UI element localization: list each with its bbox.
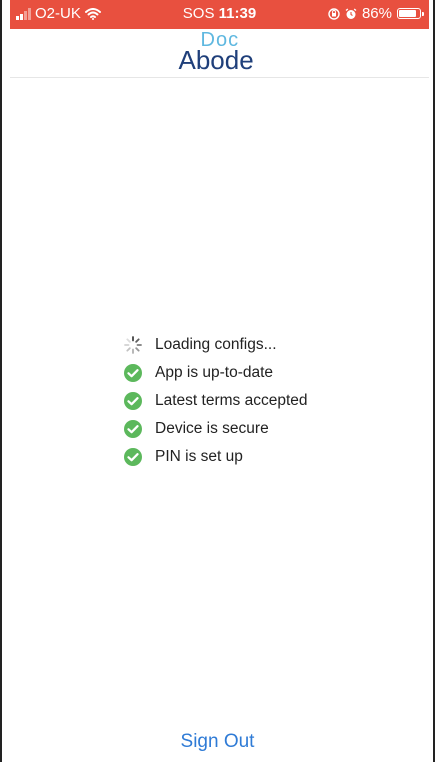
alarm-icon: [345, 8, 357, 19]
check-item-label: Loading configs...: [155, 336, 277, 353]
battery-percent: 86%: [361, 5, 392, 22]
battery-level-fill: [399, 10, 417, 17]
sign-out-button[interactable]: Sign Out: [2, 731, 433, 753]
check-item-loading-configs: Loading configs...: [123, 331, 308, 359]
status-time: 11:39: [218, 5, 257, 22]
check-item-terms-accepted: Latest terms accepted: [123, 387, 308, 415]
battery-icon: [397, 8, 424, 19]
logo-bottom-text: Abode: [178, 45, 254, 75]
check-item-label: PIN is set up: [155, 448, 243, 465]
status-bar: O2-UK SOS 11:39 86%: [10, 0, 429, 29]
check-circle-icon: [123, 391, 143, 411]
docabode-logo: Doc Abode: [175, 29, 265, 75]
check-circle-icon: [123, 363, 143, 383]
check-circle-icon: [123, 419, 143, 439]
check-circle-icon: [123, 447, 143, 467]
orientation-lock-icon: [328, 7, 340, 20]
check-item-label: Device is secure: [155, 420, 269, 437]
check-item-device-secure: Device is secure: [123, 415, 308, 443]
check-item-pin-set-up: PIN is set up: [123, 443, 308, 471]
check-item-label: App is up-to-date: [155, 364, 274, 381]
status-right: 86%: [328, 5, 424, 22]
spinner-icon: [123, 335, 143, 355]
check-item-label: Latest terms accepted: [155, 392, 308, 409]
app-header: Doc Abode: [10, 29, 429, 78]
app-screen: O2-UK SOS 11:39 86% Doc Abode Loading co…: [0, 0, 435, 762]
check-item-app-up-to-date: App is up-to-date: [123, 359, 308, 387]
sos-label: SOS: [182, 5, 215, 22]
startup-checklist: Loading configs... App is up-to-date Lat…: [123, 331, 308, 471]
